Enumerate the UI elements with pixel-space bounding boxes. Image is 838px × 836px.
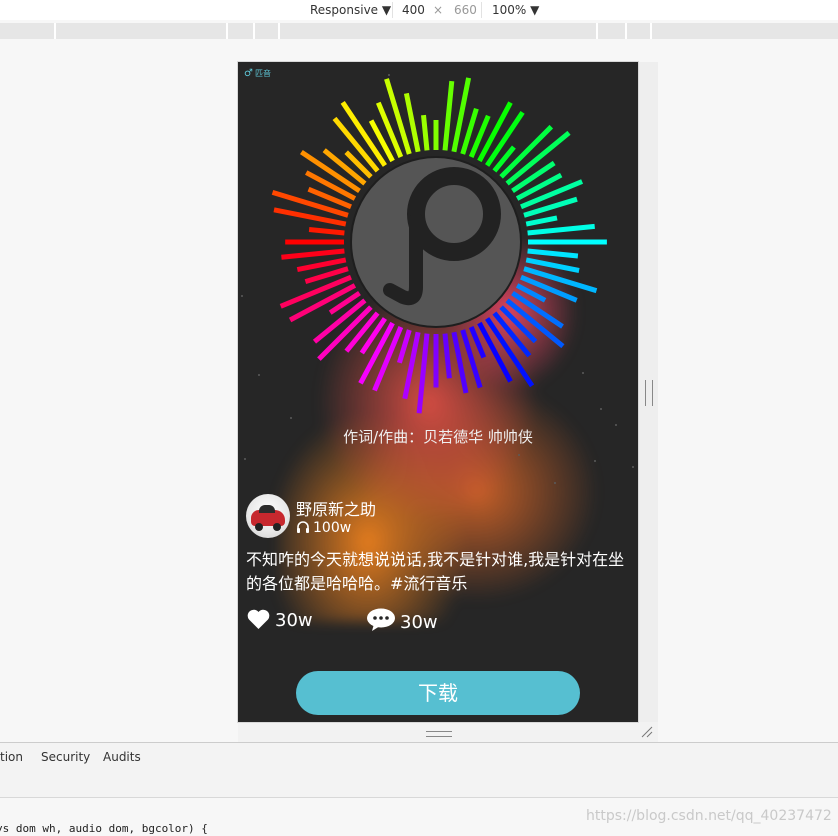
dropdown-arrow-icon: ▼ <box>530 3 540 17</box>
audio-visualizer <box>271 77 607 414</box>
source-code-line: ys dom wh, audio dom, bgcolor) { <box>0 822 208 835</box>
download-button[interactable]: 下载 <box>296 671 580 715</box>
width-input[interactable]: 400 <box>402 2 425 18</box>
tab-audits[interactable]: Audits <box>103 750 141 764</box>
spectrum-bar <box>442 333 452 379</box>
comment-count: 30w <box>400 612 438 633</box>
listen-count: 100w <box>296 520 351 536</box>
spectrum-bar <box>296 257 347 273</box>
spectrum-bar <box>525 215 558 227</box>
comment-icon <box>367 608 395 631</box>
spectrum-bar <box>527 248 579 259</box>
dropdown-arrow-icon: ▼ <box>381 3 392 17</box>
width-resize-handle[interactable] <box>645 380 653 406</box>
like-button[interactable]: 30w <box>246 608 313 631</box>
comment-button[interactable]: 30w <box>366 608 438 633</box>
tab-application[interactable]: tion <box>0 750 23 764</box>
lyrics-credit: 作词/作曲：贝若德华 帅帅侠 <box>343 428 533 446</box>
headphones-icon <box>297 521 309 533</box>
devtools-subtoolbar <box>0 771 838 798</box>
listen-count-value: 100w <box>313 520 352 536</box>
tab-security[interactable]: Security <box>41 750 90 764</box>
spectrum-bar <box>308 227 345 236</box>
corner-resize-icon[interactable] <box>641 726 653 738</box>
app-logo: ♂ 匹音 <box>244 68 271 79</box>
devtools-tab-bar: tion Security Audits <box>0 742 838 772</box>
spectrum-bar <box>397 329 412 364</box>
spectrum-bar <box>416 333 430 414</box>
height-resize-handle[interactable] <box>426 731 452 737</box>
spectrum-bar <box>281 248 345 260</box>
post-description: 不知咋的今天就想说说话,我不是针对谁,我是针对在坐的各位都是哈哈哈。#流行音乐 <box>246 550 625 593</box>
spectrum-bar <box>527 223 595 236</box>
like-count: 30w <box>275 610 313 631</box>
watermark: https://blog.csdn.net/qq_40237472 <box>586 808 832 824</box>
device-toolbar: Responsive ▼ 400 × 660 100% ▼ <box>0 0 838 20</box>
spectrum-bar <box>523 266 598 294</box>
spectrum-bar <box>421 114 430 151</box>
zoom-select[interactable]: 100% ▼ <box>492 2 539 18</box>
phone-viewport: ♂ 匹音 作词/作曲：贝若德华 帅帅侠 野原新之助 100w 不知咋的今天就想说说… <box>238 62 638 722</box>
spectrum-bar <box>442 80 455 151</box>
avatar[interactable] <box>246 494 290 538</box>
spectrum-bar <box>525 257 580 273</box>
device-select[interactable]: Responsive ▼ <box>310 2 391 18</box>
times-icon: × <box>433 3 444 17</box>
media-query-bar[interactable] <box>0 23 838 39</box>
heart-icon <box>247 609 270 629</box>
spectrum-bar <box>384 78 412 155</box>
height-input[interactable]: 660 <box>454 2 477 18</box>
username[interactable]: 野原新之助 <box>296 496 376 520</box>
